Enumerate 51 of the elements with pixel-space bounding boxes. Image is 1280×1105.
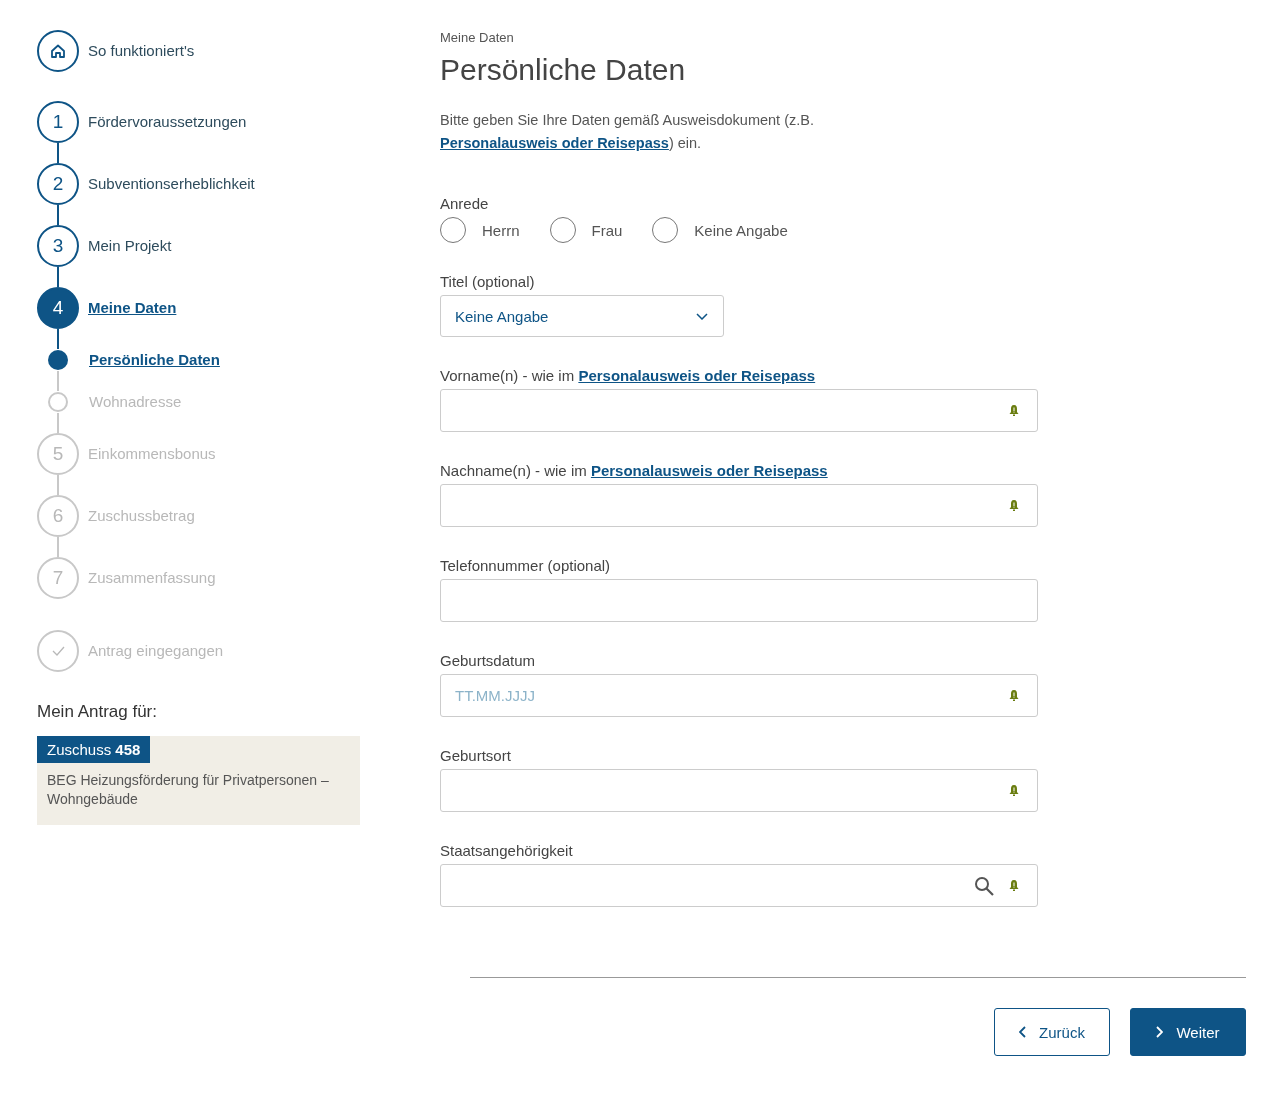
radio-option[interactable]: Frau <box>549 217 623 243</box>
step-link[interactable]: Persönliche Daten <box>89 349 220 371</box>
input-field[interactable] <box>440 769 1038 812</box>
page-title: Persönliche Daten <box>440 53 687 87</box>
salutation-label: Anrede <box>440 195 490 212</box>
field-label: Telefonnummer (optional) <box>440 557 612 574</box>
title-dropdown[interactable]: Keine Angabe <box>440 295 724 337</box>
input-field[interactable] <box>440 864 1038 907</box>
dropdown-value: Keine Angabe <box>455 307 549 325</box>
field-label: Geburtsort <box>440 747 512 764</box>
radio-option[interactable]: Keine Angabe <box>652 217 788 243</box>
input-field[interactable] <box>440 484 1038 527</box>
application-heading: Mein Antrag für: <box>37 702 158 722</box>
id-document-link[interactable]: Personalausweis oder Reisepass <box>578 367 816 384</box>
step-link[interactable]: So funktioniert's <box>88 30 195 72</box>
breadcrumb: Meine Daten <box>440 30 515 45</box>
title-label: Titel (optional) <box>440 273 536 290</box>
search-icon <box>974 875 994 896</box>
radio-label: Keine Angabe <box>694 221 788 239</box>
step-link[interactable]: Fördervoraussetzungen <box>88 101 247 143</box>
step-link[interactable]: Subventionserheblichkeit <box>88 163 255 205</box>
chevron-right-icon <box>1156 1026 1164 1038</box>
input-field[interactable]: TT.MM.JJJJ <box>440 674 1038 717</box>
next-button[interactable]: Weiter <box>1130 1008 1246 1056</box>
input-field[interactable] <box>440 389 1038 432</box>
step-link[interactable]: Meine Daten <box>88 287 177 329</box>
step-number[interactable]: 1 <box>37 101 79 143</box>
id-document-link[interactable]: Personalausweis oder Reisepass <box>590 462 828 479</box>
back-button[interactable]: Zurück <box>994 1008 1110 1056</box>
field-label: Geburtsdatum <box>440 652 537 669</box>
id-document-link[interactable]: Personalausweis oder Reisepass <box>440 135 669 151</box>
checkmark-icon <box>50 644 66 658</box>
step-number[interactable]: 2 <box>37 163 79 205</box>
field-label: Vorname(n) - wie im Personalausweis oder Reisepass <box>440 367 817 384</box>
substep-dot[interactable] <box>48 350 68 370</box>
step-number[interactable]: 4 <box>37 287 79 329</box>
chevron-left-icon <box>1019 1026 1027 1038</box>
field-label: Staatsangehörigkeit <box>440 842 574 859</box>
step-number[interactable]: 3 <box>37 225 79 267</box>
field-label: Nachname(n) - wie im Personalausweis oder Reisepass <box>440 462 829 479</box>
radio-label: Frau <box>591 221 623 239</box>
chevron-down-icon <box>696 312 708 320</box>
home-step-marker[interactable] <box>37 30 79 72</box>
home-icon <box>50 43 66 59</box>
radio-label: Herrn <box>482 221 520 239</box>
step-link[interactable]: Mein Projekt <box>88 225 172 267</box>
radio-option[interactable]: Herrn <box>440 217 520 243</box>
input-field[interactable] <box>440 579 1038 622</box>
program-title: BEG Heizungsförderung für Privatpersonen – Wohngebäude <box>46 771 330 809</box>
subsidy-badge: Zuschuss 458 <box>37 736 151 763</box>
intro-text: Bitte geben Sie Ihre Daten gemäß Ausweisdokument (z.B. Personalausweis oder Reisepass) ein. <box>440 111 815 153</box>
